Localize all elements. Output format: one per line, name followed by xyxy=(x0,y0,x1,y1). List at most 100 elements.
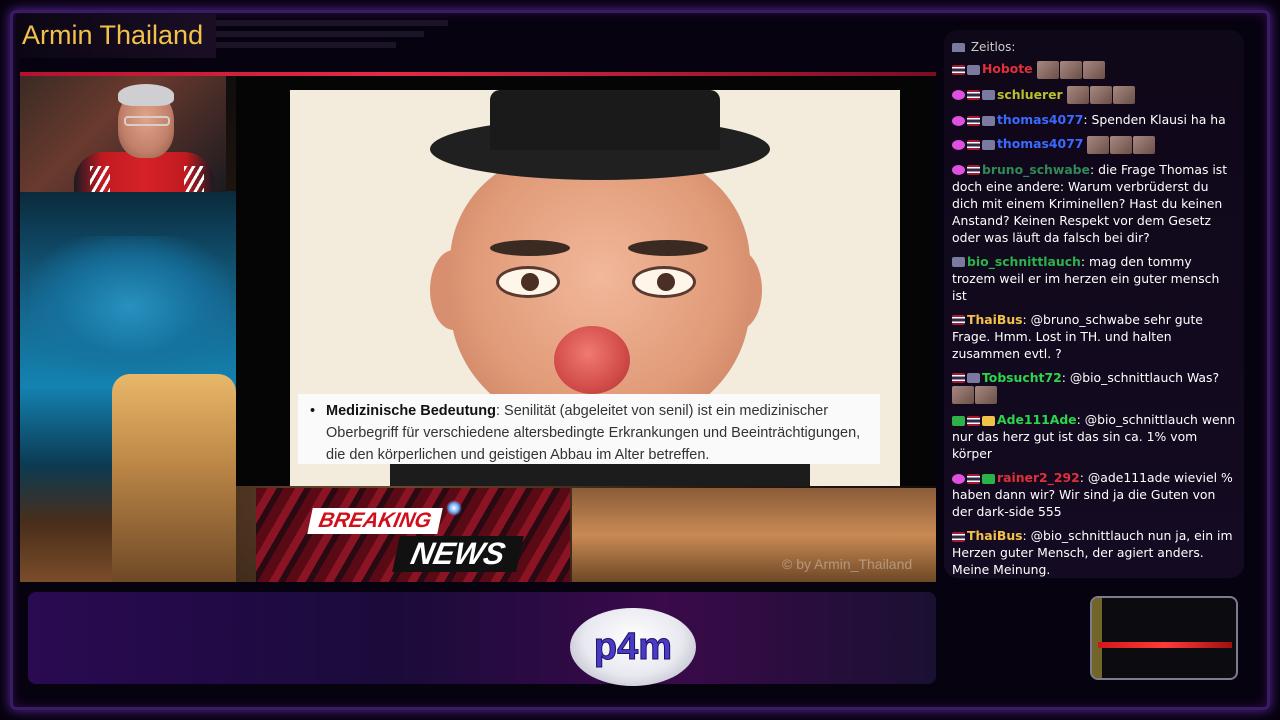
emote-icon xyxy=(1110,135,1133,154)
green-badge-icon xyxy=(952,415,965,426)
chat-separator: : xyxy=(1061,369,1070,385)
emote-icon xyxy=(1036,60,1059,79)
sub-badge-icon xyxy=(982,90,995,100)
chat-username[interactable]: ThaiBus xyxy=(967,528,1023,543)
chat-separator: : xyxy=(1022,311,1031,327)
chat-username[interactable]: bio_schnittlauch xyxy=(967,254,1081,269)
cartoon-eye xyxy=(496,266,560,298)
sub-badge-icon xyxy=(967,373,980,383)
chat-message: thomas4077: Spenden Klausi ha ha xyxy=(952,111,1236,128)
emote-icon xyxy=(952,386,974,404)
chat-cut-text: Zeitlos: xyxy=(970,40,1016,52)
chat-message: rainer2_292: @ade111ade wieviel % haben … xyxy=(952,469,1236,520)
chat-username[interactable]: ThaiBus xyxy=(967,312,1023,327)
cartoon-eyebrow xyxy=(628,240,708,256)
chat-message: thomas4077 xyxy=(952,135,1236,154)
chat-separator: : xyxy=(1022,528,1031,543)
chat-message: bio_schnittlauch: mag den tommy trozem w… xyxy=(952,253,1236,304)
green-badge-icon xyxy=(982,473,995,484)
heart-badge-icon xyxy=(952,139,965,150)
lens-flare xyxy=(446,500,462,516)
sub-badge-icon xyxy=(967,64,980,75)
chat-panel[interactable]: Zeitlos: Hobote schluerer thomas4077: Sp… xyxy=(944,30,1244,578)
webcam-person-hair xyxy=(118,84,174,106)
video-slide: Medizinische Bedeutung: Senilität (abgel… xyxy=(290,90,900,486)
audio-visualizer xyxy=(1090,596,1238,680)
title-decoration xyxy=(216,20,448,53)
chat-message-list: Hobote schluerer thomas4077: Spenden Kla… xyxy=(952,60,1236,578)
heart-badge-icon xyxy=(952,115,965,126)
slide-caption: Medizinische Bedeutung: Senilität (abgel… xyxy=(298,394,880,464)
chat-username[interactable]: Hobote xyxy=(982,61,1033,76)
channel-title: Armin Thailand xyxy=(16,14,216,58)
chat-username[interactable]: rainer2_292 xyxy=(997,470,1080,485)
emote-icon xyxy=(975,386,997,404)
jacket-stripes xyxy=(90,166,110,192)
chat-separator: : xyxy=(1079,470,1088,485)
chat-message: Ade111Ade: @bio_schnittlauch wenn nur da… xyxy=(952,411,1236,462)
emote-icon xyxy=(1082,60,1105,79)
cartoon-eye xyxy=(632,266,696,298)
heart-badge-icon xyxy=(952,165,965,175)
sub-badge-icon xyxy=(982,115,995,126)
video-watermark: © by Armin_Thailand xyxy=(782,556,913,572)
flag-badge-icon xyxy=(952,315,965,325)
world-map-backdrop xyxy=(30,236,230,376)
chat-username[interactable]: bruno_schwabe xyxy=(982,162,1090,177)
chat-username[interactable]: schluerer xyxy=(997,87,1063,102)
chat-username[interactable]: thomas4077 xyxy=(997,112,1083,127)
chat-separator: : xyxy=(1083,112,1092,127)
flag-badge-icon xyxy=(967,473,980,484)
chat-username[interactable]: Tobsucht72 xyxy=(982,370,1062,385)
flag-badge-icon xyxy=(952,64,965,75)
caption-term: Medizinische Bedeutung xyxy=(326,403,496,419)
bottom-overlay-bar xyxy=(28,592,936,684)
chat-message: schluerer xyxy=(952,86,1236,104)
emote-icon xyxy=(1133,135,1156,154)
news-label: NEWS xyxy=(392,536,524,572)
emote-icon xyxy=(1059,60,1082,79)
webcam-person-glasses xyxy=(124,116,170,126)
webcam-feed xyxy=(20,76,226,192)
flag-badge-icon xyxy=(967,139,980,150)
breaking-label: BREAKING xyxy=(307,508,443,534)
emote-icon xyxy=(1066,86,1089,104)
crown-badge-icon xyxy=(982,415,995,426)
heart-badge-icon xyxy=(952,90,965,100)
badge-icon xyxy=(952,42,965,52)
p4m-logo: p4m xyxy=(570,608,696,686)
bowler-hat-crown xyxy=(490,90,720,150)
flag-badge-icon xyxy=(967,115,980,126)
breaking-news-banner: BREAKING NEWS xyxy=(256,488,570,582)
chat-message: bruno_schwabe: die Frage Thomas ist doch… xyxy=(952,161,1236,246)
waveform xyxy=(1098,642,1232,648)
cartoon-red-nose xyxy=(554,326,630,394)
chat-separator: : xyxy=(1080,253,1090,269)
flag-badge-icon xyxy=(967,165,980,175)
jacket-stripes xyxy=(184,166,204,192)
emote-icon xyxy=(1112,86,1135,104)
flag-badge-icon xyxy=(967,90,980,100)
sub-badge-icon xyxy=(982,139,995,150)
chat-text: @bio_schnittlauch Was? xyxy=(1069,369,1220,385)
chat-separator: : xyxy=(1076,412,1085,427)
chat-message: Tobsucht72: @bio_schnittlauch Was? xyxy=(952,369,1236,404)
emote-icon xyxy=(1087,135,1110,154)
visualizer-edge xyxy=(1092,598,1102,678)
chat-message: ThaiBus: @bio_schnittlauch nun ja, ein i… xyxy=(952,527,1236,578)
chat-separator: : xyxy=(1089,161,1099,177)
chat-username[interactable]: thomas4077 xyxy=(997,136,1083,151)
chat-username[interactable]: Ade111Ade xyxy=(997,412,1077,427)
studio-desk xyxy=(112,374,236,582)
sub-badge-icon xyxy=(952,257,965,267)
main-video[interactable]: Medizinische Bedeutung: Senilität (abgel… xyxy=(236,76,936,486)
flag-badge-icon xyxy=(967,415,980,426)
chat-cut-message: Zeitlos: xyxy=(952,40,1236,52)
emote-icon xyxy=(1089,86,1112,104)
chat-text: Spenden Klausi ha ha xyxy=(1091,112,1226,127)
heart-badge-icon xyxy=(952,473,965,484)
flag-badge-icon xyxy=(952,531,965,542)
flag-badge-icon xyxy=(952,373,965,383)
chat-message: ThaiBus: @bruno_schwabe sehr gute Frage.… xyxy=(952,311,1236,362)
chat-message: Hobote xyxy=(952,60,1236,79)
